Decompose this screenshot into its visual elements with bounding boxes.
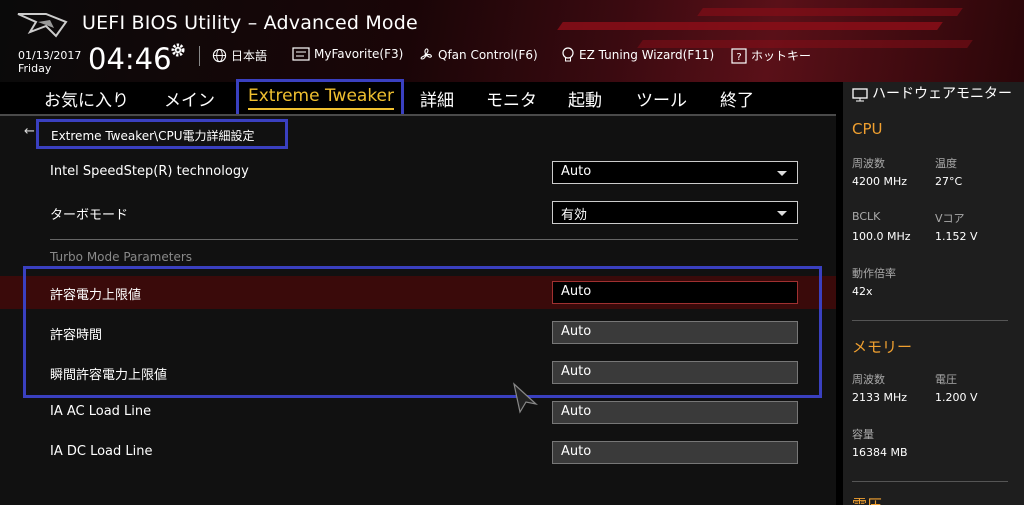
mem-freq-value: 2133 MHz xyxy=(852,391,908,404)
turbo-mode-value: 有効 xyxy=(561,208,588,223)
language-label: 日本語 xyxy=(231,49,268,63)
tab-extreme-tweaker[interactable]: Extreme Tweaker xyxy=(248,86,395,110)
qfan-label: Qfan Control(F6) xyxy=(438,48,538,62)
breadcrumb: Extreme Tweaker\CPU電力詳細設定 xyxy=(36,119,288,149)
cpu-freq-label: 周波数 xyxy=(852,157,885,170)
ez-tuning-label: EZ Tuning Wizard(F11) xyxy=(579,48,715,62)
day-text: Friday xyxy=(18,62,52,75)
svg-text:?: ? xyxy=(736,52,741,63)
tab-advanced[interactable]: 詳細 xyxy=(420,86,454,111)
tab-monitor[interactable]: モニタ xyxy=(486,86,537,111)
date-display: 01/13/2017 Friday xyxy=(18,49,81,75)
gear-icon[interactable] xyxy=(170,42,186,58)
mem-freq-label: 周波数 xyxy=(852,373,885,386)
tab-main[interactable]: メイン xyxy=(164,86,215,111)
speedstep-select[interactable]: Auto xyxy=(552,161,798,184)
power-settings-highlight xyxy=(23,266,822,398)
vcore-label: Vコア xyxy=(935,212,965,225)
app-title: UEFI BIOS Utility – Advanced Mode xyxy=(82,12,418,34)
chevron-down-icon xyxy=(777,211,787,216)
clock: 04:46 xyxy=(88,42,172,76)
turbo-mode-label: ターボモード xyxy=(50,208,129,223)
ia-ac-load-line-field[interactable]: Auto xyxy=(552,401,798,424)
myfavorite-button[interactable]: MyFavorite(F3) xyxy=(292,47,403,61)
ratio-value: 42x xyxy=(852,285,873,298)
tab-exit[interactable]: 終了 xyxy=(720,86,754,111)
memory-heading: メモリー xyxy=(852,338,913,356)
hotkey-button[interactable]: ? ホットキー xyxy=(731,47,811,64)
ia-ac-load-line-label: IA AC Load Line xyxy=(50,404,152,419)
speedstep-label: Intel SpeedStep(R) technology xyxy=(50,164,249,179)
ez-tuning-button[interactable]: EZ Tuning Wizard(F11) xyxy=(561,47,714,63)
fan-icon xyxy=(420,48,432,60)
tab-favorites[interactable]: お気に入り xyxy=(44,86,129,111)
back-arrow-icon[interactable]: ← xyxy=(24,124,35,139)
chevron-down-icon xyxy=(777,171,787,176)
date-text: 01/13/2017 xyxy=(18,49,82,62)
hotkey-label: ホットキー xyxy=(751,49,812,63)
rog-logo xyxy=(17,13,68,38)
ia-dc-load-line-label: IA DC Load Line xyxy=(50,444,153,459)
bclk-value: 100.0 MHz xyxy=(852,230,911,243)
bclk-label: BCLK xyxy=(852,210,881,223)
voltage-heading: 電圧 xyxy=(852,496,883,505)
myfavorite-label: MyFavorite(F3) xyxy=(314,47,404,61)
monitor-divider xyxy=(852,481,1008,482)
ratio-label: 動作倍率 xyxy=(852,267,896,280)
group-label: Turbo Mode Parameters xyxy=(50,250,193,264)
mem-cap-value: 16384 MB xyxy=(852,446,908,459)
cpu-freq-value: 4200 MHz xyxy=(852,175,908,188)
tab-boot[interactable]: 起動 xyxy=(568,86,602,111)
qfan-button[interactable]: Qfan Control(F6) xyxy=(418,47,538,63)
turbo-mode-select[interactable]: 有効 xyxy=(552,201,798,224)
cpu-temp-value: 27°C xyxy=(935,175,963,188)
globe-icon xyxy=(212,48,227,63)
monitor-divider xyxy=(852,320,1008,321)
vcore-value: 1.152 V xyxy=(935,230,978,243)
header-divider xyxy=(199,46,200,66)
ia-dc-load-line-field[interactable]: Auto xyxy=(552,441,798,464)
group-divider xyxy=(50,239,798,240)
mem-volt-value: 1.200 V xyxy=(935,391,978,404)
monitor-title: ハードウェアモニター xyxy=(872,86,1012,102)
language-button[interactable]: 日本語 xyxy=(212,47,267,64)
bulb-icon xyxy=(562,47,574,62)
mem-cap-label: 容量 xyxy=(852,428,874,441)
cpu-temp-label: 温度 xyxy=(935,157,957,170)
tab-tool[interactable]: ツール xyxy=(636,86,687,111)
mem-volt-label: 電圧 xyxy=(935,373,957,386)
mouse-cursor-icon xyxy=(513,382,539,414)
help-icon: ? xyxy=(731,47,747,64)
favorite-icon xyxy=(292,47,310,61)
speedstep-value: Auto xyxy=(561,164,592,179)
cpu-heading: CPU xyxy=(852,120,883,138)
